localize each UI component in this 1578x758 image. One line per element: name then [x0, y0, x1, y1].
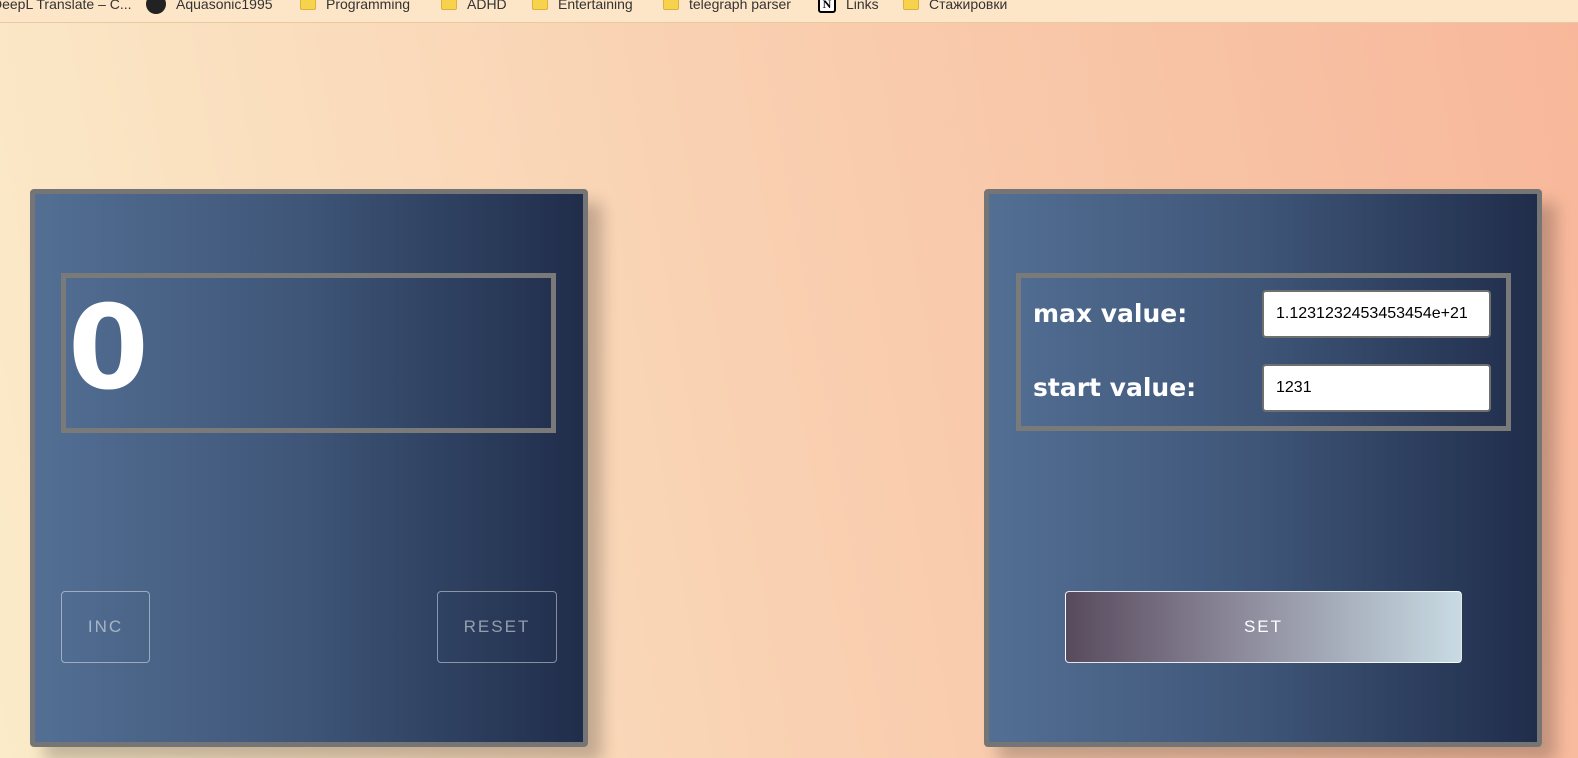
- bookmark-label: Entertaining: [558, 0, 633, 12]
- bookmark-telegraph-parser[interactable]: telegraph parser: [663, 0, 791, 14]
- bookmark-programming[interactable]: Programming: [300, 0, 410, 14]
- folder-icon: [300, 0, 316, 10]
- start-value-label: start value:: [1033, 373, 1197, 402]
- bookmark-label: Links: [846, 0, 879, 12]
- bookmark-label: DeepL Translate – C...: [0, 0, 132, 12]
- bookmark-label: telegraph parser: [689, 0, 791, 12]
- folder-icon: [903, 0, 919, 10]
- set-button[interactable]: SET: [1065, 591, 1462, 663]
- bookmark-links[interactable]: N Links: [818, 0, 879, 14]
- max-value-input[interactable]: [1262, 290, 1491, 338]
- settings-panel: max value: start value: SET: [984, 189, 1542, 747]
- bookmark-deepl[interactable]: DeepL Translate – C...: [0, 0, 132, 14]
- bookmark-label: Стажировки: [929, 0, 1008, 12]
- settings-box: max value: start value:: [1016, 273, 1511, 431]
- bookmark-adhd[interactable]: ADHD: [441, 0, 507, 14]
- counter-panel: 0 INC RESET: [30, 189, 588, 747]
- max-value-row: max value:: [1033, 290, 1503, 338]
- bookmark-label: Programming: [326, 0, 411, 12]
- folder-icon: [532, 0, 548, 10]
- reset-button[interactable]: RESET: [437, 591, 557, 663]
- start-value-input[interactable]: [1262, 364, 1491, 412]
- counter-display: 0: [61, 273, 556, 433]
- folder-icon: [663, 0, 679, 10]
- folder-icon: [441, 0, 457, 10]
- bookmark-stazhirovki[interactable]: Стажировки: [903, 0, 1007, 14]
- max-value-label: max value:: [1033, 299, 1188, 328]
- bookmark-entertaining[interactable]: Entertaining: [532, 0, 633, 14]
- github-icon: [146, 0, 166, 14]
- notion-icon: N: [818, 0, 836, 13]
- start-value-row: start value:: [1033, 364, 1503, 412]
- bookmarks-bar: DeepL Translate – C... Aquasonic1995 Pro…: [0, 0, 1578, 23]
- bookmark-label: Aquasonic1995: [176, 0, 273, 12]
- bookmark-github[interactable]: Aquasonic1995: [146, 0, 273, 14]
- counter-value: 0: [68, 281, 149, 416]
- inc-button[interactable]: INC: [61, 591, 150, 663]
- bookmark-label: ADHD: [467, 0, 507, 12]
